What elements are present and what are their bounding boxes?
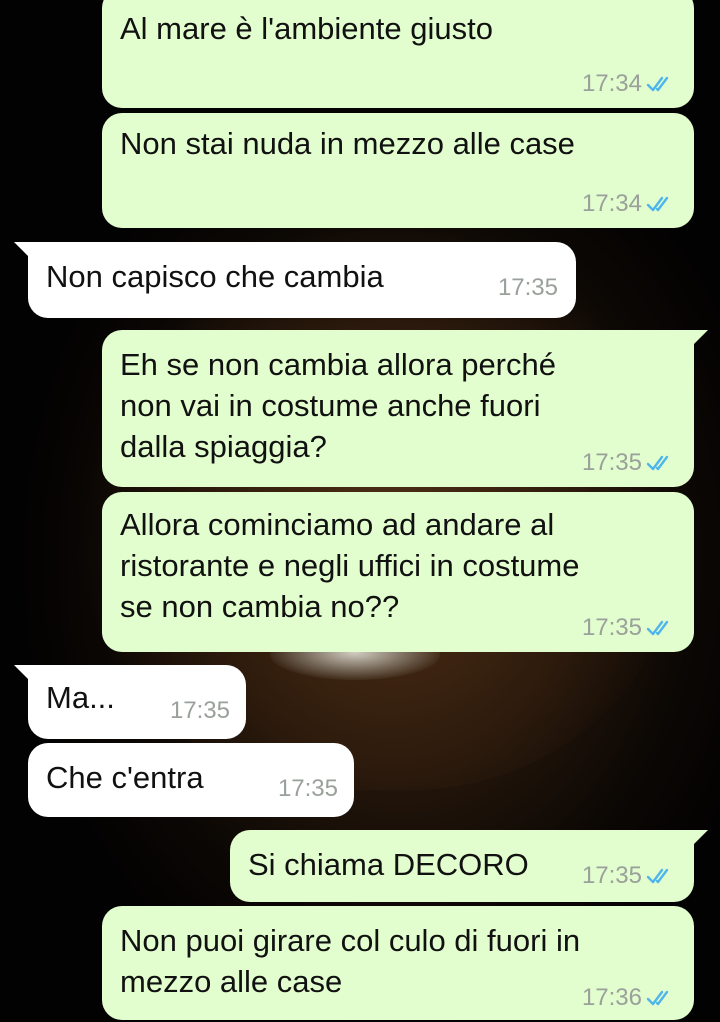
message-text: Si chiama DECORO: [248, 847, 529, 882]
message-text: Allora cominciamo ad andare al ristorant…: [120, 507, 580, 624]
double-check-read-icon: [646, 620, 669, 636]
message-bubble-outgoing[interactable]: Non stai nuda in mezzo alle case 17:34: [102, 113, 694, 228]
message-text: Non puoi girare col culo di fuori in mez…: [120, 923, 581, 999]
message-bubble-outgoing[interactable]: Non puoi girare col culo di fuori in mez…: [102, 906, 694, 1020]
message-meta: 17:34: [582, 70, 676, 98]
message-time: 17:35: [581, 449, 642, 476]
message-text: Che c'entra: [46, 760, 204, 795]
message-meta: 17:34: [582, 190, 676, 218]
message-time: 17:35: [581, 614, 642, 641]
message-time: 17:36: [581, 984, 642, 1011]
message-bubble-outgoing[interactable]: Al mare è l'ambiente giusto 17:34: [102, 0, 694, 108]
message-bubble-outgoing[interactable]: Allora cominciamo ad andare al ristorant…: [102, 492, 694, 652]
message-text: Non stai nuda in mezzo alle case: [120, 126, 575, 161]
message-text: Al mare è l'ambiente giusto: [120, 11, 493, 46]
message-meta: 17:36: [582, 984, 676, 1012]
message-meta: 17:35: [170, 697, 230, 725]
message-text: Ma...: [46, 680, 115, 715]
message-meta: 17:35: [582, 614, 676, 642]
message-time: 17:35: [169, 697, 230, 724]
message-time: 17:34: [581, 190, 642, 217]
message-meta: 17:35: [582, 862, 676, 890]
message-bubble-incoming[interactable]: Ma... 17:35: [14, 665, 246, 739]
double-check-read-icon: [646, 76, 669, 92]
message-text: Non capisco che cambia: [46, 259, 384, 294]
message-bubble-incoming[interactable]: Che c'entra 17:35: [28, 743, 354, 817]
message-time: 17:35: [497, 274, 558, 301]
message-time: 17:35: [277, 775, 338, 802]
double-check-read-icon: [646, 868, 669, 884]
message-time: 17:35: [581, 862, 642, 889]
message-meta: 17:35: [498, 274, 558, 302]
double-check-read-icon: [646, 990, 669, 1006]
double-check-read-icon: [646, 455, 669, 471]
message-bubble-outgoing[interactable]: Si chiama DECORO 17:35: [230, 830, 708, 902]
message-time: 17:34: [581, 70, 642, 97]
message-meta: 17:35: [582, 449, 676, 477]
message-bubble-incoming[interactable]: Non capisco che cambia 17:35: [14, 242, 576, 318]
message-text: Eh se non cambia allora perché non vai i…: [120, 347, 556, 464]
message-bubble-outgoing[interactable]: Eh se non cambia allora perché non vai i…: [102, 330, 708, 487]
message-meta: 17:35: [278, 775, 338, 803]
double-check-read-icon: [646, 196, 669, 212]
